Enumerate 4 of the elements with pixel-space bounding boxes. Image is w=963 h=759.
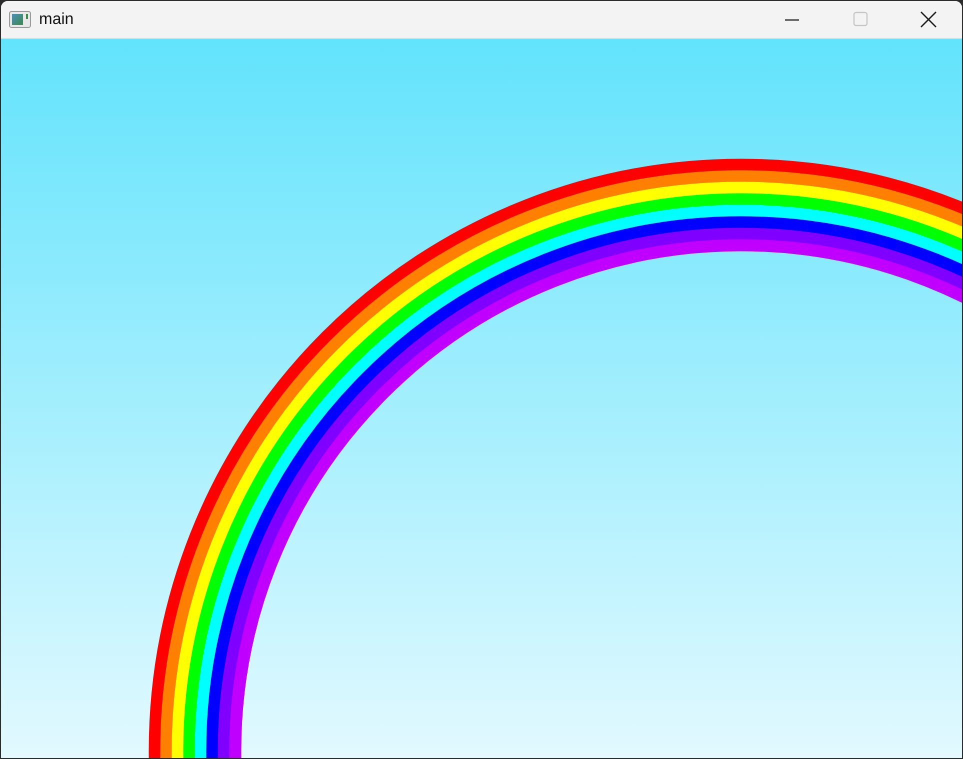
minimize-icon	[785, 18, 799, 20]
app-icon	[9, 11, 31, 28]
window-title: main	[39, 10, 75, 30]
close-icon	[918, 11, 938, 28]
